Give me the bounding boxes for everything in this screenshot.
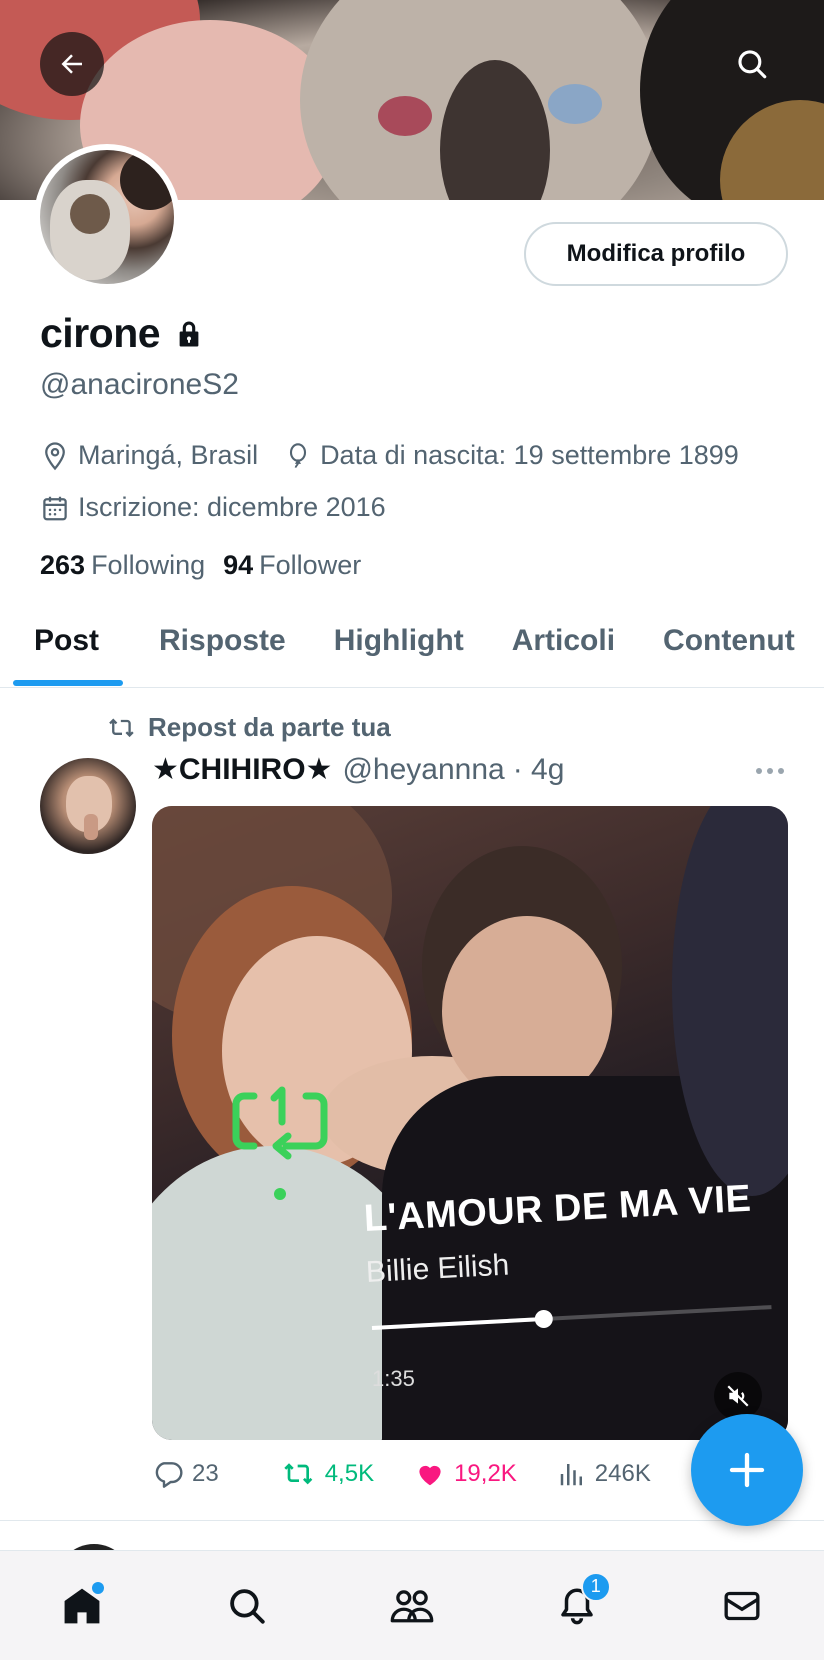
repost-icon: [284, 1463, 313, 1485]
tab-post[interactable]: Post: [34, 610, 99, 687]
profile-name: cirone: [40, 310, 161, 356]
avatar: [40, 150, 174, 284]
like-button[interactable]: 19,2K: [414, 1459, 517, 1489]
nav-home[interactable]: [42, 1566, 122, 1646]
followers-link[interactable]: 94 Follower: [223, 550, 361, 581]
birthday-text: Data di nascita: 19 settembre 1899: [320, 440, 739, 470]
profile-handle: @anacironeS2: [40, 368, 239, 401]
post-media-video[interactable]: L'AMOUR DE MA VIE Billie Eilish 1:35: [152, 806, 788, 1440]
location-item: Maringá, Brasil: [40, 440, 258, 471]
location-pin-icon: [45, 441, 65, 470]
tab-contenuti[interactable]: Contenut: [663, 610, 795, 687]
home-unread-dot: [92, 1581, 105, 1594]
repost-count: 4,5K: [324, 1460, 375, 1487]
post-header: ★CHIHIRO★ @heyannna · 4g: [152, 752, 564, 787]
profile-tabs: Post Risposte Highlight Articoli Contenu…: [0, 610, 824, 688]
calendar-icon: [43, 496, 67, 520]
tab-articoli[interactable]: Articoli: [512, 610, 615, 687]
post-time: · 4g: [512, 752, 565, 786]
lock-icon: [179, 321, 199, 346]
profile-avatar[interactable]: [34, 144, 180, 290]
plus-icon: [729, 1452, 765, 1488]
compose-button[interactable]: [691, 1414, 803, 1526]
profile-meta-row-1: Maringá, Brasil Data di nascita: 19 sett…: [40, 440, 765, 471]
post-author-name[interactable]: ★CHIHIRO★: [152, 752, 332, 787]
tab-highlight[interactable]: Highlight: [334, 610, 464, 687]
joined-text: Iscrizione: dicembre 2016: [78, 492, 386, 522]
mute-button[interactable]: [714, 1372, 762, 1420]
joined-item: Iscrizione: dicembre 2016: [40, 492, 386, 523]
repost-context: Repost da parte tua: [106, 712, 391, 743]
back-button[interactable]: [40, 32, 104, 96]
search-icon: [738, 50, 767, 79]
location-text: Maringá, Brasil: [78, 440, 259, 470]
like-icon: [419, 1465, 441, 1486]
repeat-one-overlay-icon: [232, 1086, 328, 1200]
post-author-handle[interactable]: @heyannna: [342, 753, 504, 787]
profile-meta-row-2: Iscrizione: dicembre 2016: [40, 492, 412, 523]
mail-icon: [724, 1591, 760, 1620]
notifications-badge: 1: [580, 1571, 611, 1602]
balloon-icon: [290, 442, 307, 468]
nav-search[interactable]: [207, 1566, 287, 1646]
like-count: 19,2K: [454, 1460, 517, 1487]
following-link[interactable]: 263 Following: [40, 550, 205, 581]
active-tab-indicator: [13, 680, 123, 686]
bottom-nav: 1: [0, 1550, 824, 1660]
nav-communities[interactable]: [372, 1566, 452, 1646]
post-divider: [0, 1520, 824, 1521]
repost-button[interactable]: 4,5K: [281, 1458, 374, 1490]
more-icon[interactable]: [754, 766, 786, 776]
search-button[interactable]: [720, 32, 784, 96]
reply-icon: [155, 1462, 183, 1488]
views-count: 246K: [594, 1460, 651, 1487]
elapsed-time: 1:35: [372, 1366, 415, 1391]
reply-count: 23: [192, 1460, 219, 1487]
repost-icon: [109, 718, 134, 737]
repost-label: Repost da parte tua: [148, 712, 391, 742]
post-author-avatar[interactable]: [40, 758, 136, 854]
mute-icon: [727, 1385, 749, 1407]
views-icon: [560, 1464, 582, 1486]
nav-messages[interactable]: [702, 1566, 782, 1646]
back-arrow-icon: [61, 54, 82, 74]
tab-risposte[interactable]: Risposte: [159, 610, 286, 687]
birthday-item: Data di nascita: 19 settembre 1899: [284, 440, 739, 471]
post-actions: 23 4,5K 19,2K 246K: [152, 1458, 712, 1490]
nav-notifications[interactable]: 1: [537, 1566, 617, 1646]
views-button[interactable]: 246K: [557, 1459, 651, 1489]
communities-icon: [390, 1589, 434, 1622]
edit-profile-button[interactable]: Modifica profilo: [524, 222, 788, 286]
search-icon: [230, 1588, 265, 1624]
follow-stats: 263 Following 94 Follower: [40, 550, 361, 581]
reply-button[interactable]: 23: [152, 1458, 219, 1490]
profile-name-row: cirone: [40, 310, 204, 357]
